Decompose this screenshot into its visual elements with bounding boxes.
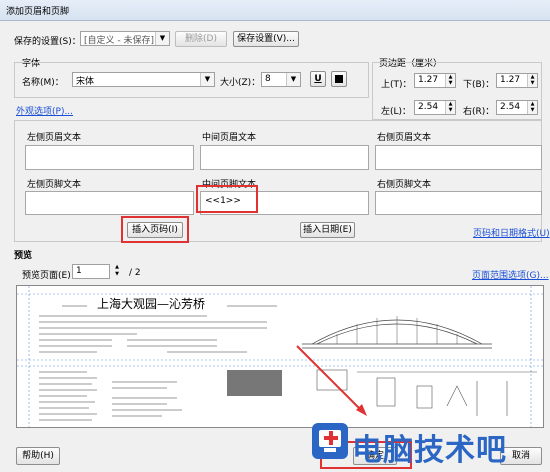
preview-pane: 上海大观园—沁芳桥 bbox=[16, 285, 544, 428]
page-date-format-link[interactable]: 页码和日期格式(U) bbox=[473, 226, 550, 239]
left-header-label: 左侧页眉文本 bbox=[27, 133, 82, 143]
center-header-textbox[interactable] bbox=[200, 145, 369, 170]
margin-left-label: 左(L)： bbox=[381, 107, 412, 117]
margin-right-input[interactable]: 2.54 ▲ ▼ bbox=[496, 100, 538, 115]
margin-right-value: 2.54 bbox=[500, 102, 521, 112]
delete-button[interactable]: 删除(D) bbox=[175, 31, 227, 47]
font-size-value: 8 bbox=[265, 74, 271, 84]
margin-bottom-input[interactable]: 1.27 ▲ ▼ bbox=[496, 73, 538, 88]
left-footer-textbox[interactable] bbox=[25, 191, 194, 215]
margin-bottom-label: 下(B)： bbox=[463, 80, 495, 90]
spinner-icon[interactable]: ▲ ▼ bbox=[445, 101, 455, 114]
preview-group-label: 预览 bbox=[14, 251, 33, 261]
margin-right-label: 右(R)： bbox=[463, 107, 495, 117]
chevron-down-icon: ▼ bbox=[286, 73, 300, 86]
help-button[interactable]: 帮助(H) bbox=[16, 447, 60, 465]
page-range-options-link[interactable]: 页面范围选项(G)... bbox=[472, 268, 549, 281]
preview-page-total: / 2 bbox=[129, 268, 141, 278]
window-title: 添加页眉和页脚 bbox=[6, 7, 70, 17]
preview-page-label: 预览页面(E) bbox=[22, 271, 71, 281]
margin-top-value: 1.27 bbox=[418, 75, 439, 85]
watermark-logo-icon bbox=[312, 423, 348, 459]
right-footer-label: 右侧页脚文本 bbox=[377, 180, 432, 190]
color-swatch-icon bbox=[335, 75, 343, 83]
insert-date-button[interactable]: 插入日期(E) bbox=[300, 222, 355, 238]
header-footer-group bbox=[14, 120, 542, 242]
left-footer-label: 左侧页脚文本 bbox=[27, 180, 82, 190]
font-name-label: 名称(M)： bbox=[22, 78, 64, 88]
margin-left-input[interactable]: 2.54 ▲ ▼ bbox=[414, 100, 456, 115]
preview-page-spinner-icon[interactable]: ▲ ▼ bbox=[112, 264, 122, 279]
footer-highlight-box bbox=[196, 185, 258, 213]
margin-top-label: 上(T)： bbox=[381, 80, 412, 90]
chevron-down-icon: ▼ bbox=[200, 73, 214, 86]
margin-bottom-value: 1.27 bbox=[500, 75, 521, 85]
saved-settings-value: [自定义 - 未保存] bbox=[84, 36, 154, 46]
underline-button[interactable]: U bbox=[310, 71, 326, 87]
right-footer-textbox[interactable] bbox=[375, 191, 542, 215]
left-header-textbox[interactable] bbox=[25, 145, 194, 170]
right-header-label: 右侧页眉文本 bbox=[377, 133, 432, 143]
preview-document-title: 上海大观园—沁芳桥 bbox=[97, 297, 206, 311]
saved-settings-select[interactable]: [自定义 - 未保存] ▼ bbox=[80, 31, 170, 46]
font-name-select[interactable]: 宋体 ▼ bbox=[72, 72, 215, 87]
appearance-options-link[interactable]: 外观选项(P)... bbox=[16, 104, 73, 117]
chevron-down-icon: ▼ bbox=[155, 32, 169, 45]
spinner-icon[interactable]: ▲ ▼ bbox=[527, 74, 537, 87]
saved-settings-label: 保存的设置(S)： bbox=[14, 37, 81, 47]
preview-page-value: 1 bbox=[76, 266, 82, 276]
spinner-icon[interactable]: ▲ ▼ bbox=[527, 101, 537, 114]
insert-button-highlight-box bbox=[121, 216, 189, 243]
preview-page-input[interactable]: 1 bbox=[72, 264, 110, 279]
save-settings-button[interactable]: 保存设置(V)... bbox=[233, 31, 299, 47]
font-name-value: 宋体 bbox=[76, 77, 95, 87]
preview-document-image bbox=[17, 286, 543, 427]
center-header-label: 中间页眉文本 bbox=[202, 133, 257, 143]
title-bar: 添加页眉和页脚 bbox=[0, 0, 550, 21]
margin-top-input[interactable]: 1.27 ▲ ▼ bbox=[414, 73, 456, 88]
right-header-textbox[interactable] bbox=[375, 145, 542, 170]
font-size-label: 大小(Z)： bbox=[220, 78, 261, 88]
margin-left-value: 2.54 bbox=[418, 102, 439, 112]
spinner-icon[interactable]: ▲ ▼ bbox=[445, 74, 455, 87]
font-size-select[interactable]: 8 ▼ bbox=[261, 72, 301, 87]
watermark-text: 电脑技术吧 bbox=[352, 433, 507, 468]
font-color-button[interactable] bbox=[331, 71, 347, 87]
